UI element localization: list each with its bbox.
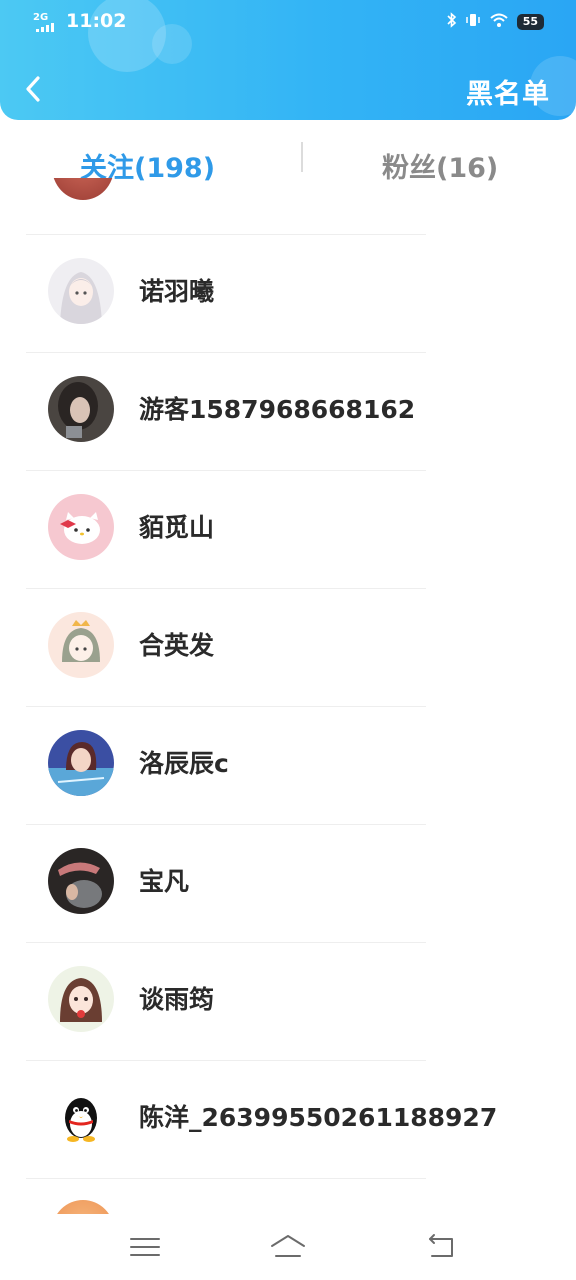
divider xyxy=(26,824,426,825)
list-item[interactable]: 宝凡 xyxy=(0,824,576,942)
avatar[interactable] xyxy=(48,612,114,678)
system-nav-bar xyxy=(0,1214,576,1280)
follow-list[interactable]: 诺羽曦 游客1587968668162 貊觅山 合英发 洛辰辰c 宝凡 谈雨筠 … xyxy=(0,178,576,1214)
list-item[interactable]: 洛辰辰c xyxy=(0,706,576,824)
user-name: 谈雨筠 xyxy=(139,985,215,1014)
signal-icon xyxy=(36,23,58,32)
divider xyxy=(26,234,426,235)
home-icon xyxy=(271,1235,305,1257)
qq-penguin-icon xyxy=(48,1084,114,1150)
vibrate-icon xyxy=(465,12,481,32)
list-item[interactable]: 诺羽曦 xyxy=(0,234,576,352)
list-item[interactable]: 貊觅山 xyxy=(0,470,576,588)
bluetooth-icon xyxy=(447,12,457,32)
divider xyxy=(26,588,426,589)
avatar[interactable] xyxy=(48,494,114,560)
avatar[interactable] xyxy=(48,258,114,324)
user-name: 宝凡 xyxy=(139,867,190,896)
home-button[interactable] xyxy=(270,1230,306,1264)
status-icons: 55 xyxy=(447,12,544,32)
user-name: 洛辰辰c xyxy=(139,749,229,778)
battery-icon: 55 xyxy=(516,14,544,30)
chevron-left-icon xyxy=(26,76,40,102)
wifi-icon xyxy=(489,12,509,32)
divider xyxy=(26,1060,426,1061)
network-type: 2G xyxy=(33,12,49,23)
list-item[interactable]: 陈洋_26399550261188927 xyxy=(0,1060,576,1178)
blacklist-button[interactable]: 黑名单 xyxy=(466,72,550,111)
user-name: 合英发 xyxy=(139,631,215,660)
list-item[interactable]: 游客1587968668162 xyxy=(0,352,576,470)
divider xyxy=(26,942,426,943)
user-name: 诺羽曦 xyxy=(139,277,215,306)
menu-icon xyxy=(130,1238,160,1256)
status-bar: 2G 11:02 55 xyxy=(0,0,576,44)
back-button[interactable] xyxy=(18,72,52,106)
avatar[interactable] xyxy=(48,1084,114,1150)
avatar[interactable] xyxy=(48,376,114,442)
back-icon xyxy=(429,1234,453,1257)
list-item[interactable]: 合英发 xyxy=(0,588,576,706)
divider xyxy=(26,470,426,471)
menu-button[interactable] xyxy=(127,1230,163,1264)
back-nav-button[interactable] xyxy=(422,1230,458,1264)
user-name: 陈洋_26399550261188927 xyxy=(139,1103,498,1132)
avatar[interactable] xyxy=(52,178,114,200)
avatar[interactable] xyxy=(48,966,114,1032)
avatar[interactable] xyxy=(48,848,114,914)
status-time: 11:02 xyxy=(66,10,127,32)
tab-divider xyxy=(301,142,303,172)
list-item[interactable]: 谈雨筠 xyxy=(0,942,576,1060)
divider xyxy=(26,706,426,707)
avatar[interactable] xyxy=(48,730,114,796)
divider xyxy=(26,352,426,353)
divider xyxy=(26,1178,426,1179)
user-name: 貊觅山 xyxy=(139,513,215,542)
header-bar: 2G 11:02 55 黑名单 xyxy=(0,0,576,120)
user-name: 游客1587968668162 xyxy=(139,395,416,424)
